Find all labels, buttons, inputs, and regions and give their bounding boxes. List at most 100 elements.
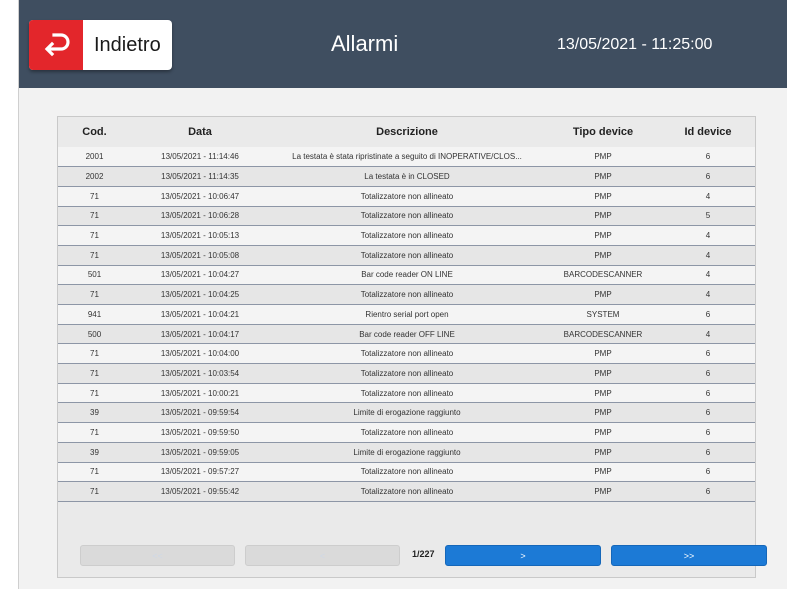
cell-cod: 39: [58, 442, 131, 463]
cell-descrizione: Totalizzatore non allineato: [269, 206, 545, 227]
cell-tipo-device: PMP: [545, 462, 661, 483]
table-row[interactable]: 71 13/05/2021 - 10:05:08 Totalizzatore non…: [58, 245, 755, 266]
cell-descrizione: La testata è in CLOSED: [269, 166, 545, 187]
table-row[interactable]: 71 13/05/2021 - 10:04:25 Totalizzatore non…: [58, 284, 755, 305]
cell-cod: 71: [58, 186, 131, 207]
cell-id-device: 4: [661, 265, 755, 286]
cell-id-device: 6: [661, 383, 755, 404]
cell-descrizione: Bar code reader OFF LINE: [269, 324, 545, 345]
cell-data: 13/05/2021 - 10:06:47: [131, 186, 269, 207]
cell-data: 13/05/2021 - 09:57:27: [131, 462, 269, 483]
cell-tipo-device: PMP: [545, 481, 661, 502]
cell-tipo-device: PMP: [545, 402, 661, 424]
prev-page-button[interactable]: <: [245, 545, 400, 566]
cell-tipo-device: PMP: [545, 422, 661, 443]
table-row[interactable]: 71 13/05/2021 - 10:00:21 Totalizzatore non…: [58, 383, 755, 404]
cell-data: 13/05/2021 - 10:04:25: [131, 284, 269, 305]
cell-data: 13/05/2021 - 09:59:54: [131, 402, 269, 424]
cell-tipo-device: PMP: [545, 442, 661, 463]
table-row[interactable]: 71 13/05/2021 - 10:06:28 Totalizzatore non…: [58, 206, 755, 227]
cell-data: 13/05/2021 - 11:14:46: [131, 147, 269, 168]
page-title: Allarmi: [331, 31, 399, 56]
table-row[interactable]: 500 13/05/2021 - 10:04:17 Bar code reader …: [58, 324, 755, 345]
cell-id-device: 6: [661, 147, 755, 168]
cell-cod: 39: [58, 402, 131, 424]
cell-tipo-device: PMP: [545, 343, 661, 365]
cell-descrizione: Limite di erogazione raggiunto: [269, 442, 545, 463]
table-row[interactable]: 71 13/05/2021 - 10:06:47 Totalizzatore non…: [58, 186, 755, 207]
table-row[interactable]: 2001 13/05/2021 - 11:14:46 La testata è st…: [58, 147, 755, 168]
column-header-descrizione[interactable]: Descrizione: [269, 117, 545, 147]
table-header-row: Cod. Data Descrizione Tipo device Id dev…: [58, 117, 755, 147]
cell-descrizione: Totalizzatore non allineato: [269, 225, 545, 246]
cell-tipo-device: PMP: [545, 166, 661, 187]
back-button-label: Indietro: [94, 34, 161, 56]
cell-cod: 71: [58, 363, 131, 384]
table-row[interactable]: 71 13/05/2021 - 09:59:50 Totalizzatore non…: [58, 422, 755, 443]
cell-id-device: 6: [661, 166, 755, 187]
cell-id-device: 6: [661, 343, 755, 365]
table-row[interactable]: 71 13/05/2021 - 09:55:42 Totalizzatore non…: [58, 481, 755, 502]
column-header-tipo-device[interactable]: Tipo device: [545, 117, 661, 147]
pagination: << < 1/227 > >>: [58, 545, 767, 567]
cell-descrizione: Totalizzatore non allineato: [269, 343, 545, 365]
cell-id-device: 6: [661, 422, 755, 443]
cell-data: 13/05/2021 - 10:04:21: [131, 304, 269, 325]
table-row[interactable]: 71 13/05/2021 - 09:57:27 Totalizzatore non…: [58, 462, 755, 483]
header-bar: Indietro Allarmi 13/05/2021 - 11:25:00: [19, 0, 787, 88]
cell-tipo-device: PMP: [545, 206, 661, 227]
alarms-table: Cod. Data Descrizione Tipo device Id dev…: [58, 117, 755, 502]
cell-id-device: 4: [661, 186, 755, 207]
cell-id-device: 4: [661, 245, 755, 266]
app-window: Indietro Allarmi 13/05/2021 - 11:25:00 C…: [18, 0, 787, 589]
cell-tipo-device: PMP: [545, 225, 661, 246]
cell-tipo-device: PMP: [545, 147, 661, 168]
cell-cod: 501: [58, 265, 131, 286]
table-row[interactable]: 941 13/05/2021 - 10:04:21 Rientro serial p…: [58, 304, 755, 325]
page-indicator: 1/227: [412, 549, 435, 559]
cell-tipo-device: BARCODESCANNER: [545, 265, 661, 286]
cell-cod: 71: [58, 284, 131, 305]
column-header-cod[interactable]: Cod.: [58, 117, 131, 147]
cell-cod: 941: [58, 304, 131, 325]
cell-data: 13/05/2021 - 10:04:17: [131, 324, 269, 345]
column-header-data[interactable]: Data: [131, 117, 269, 147]
cell-data: 13/05/2021 - 09:55:42: [131, 481, 269, 502]
cell-tipo-device: BARCODESCANNER: [545, 324, 661, 345]
cell-id-device: 6: [661, 304, 755, 325]
table-row[interactable]: 71 13/05/2021 - 10:04:00 Totalizzatore non…: [58, 343, 755, 365]
cell-id-device: 6: [661, 462, 755, 483]
cell-tipo-device: PMP: [545, 284, 661, 305]
last-page-button[interactable]: >>: [611, 545, 767, 566]
table-row[interactable]: 2002 13/05/2021 - 11:14:35 La testata è in…: [58, 166, 755, 187]
table-row[interactable]: 71 13/05/2021 - 10:03:54 Totalizzatore non…: [58, 363, 755, 384]
cell-descrizione: Totalizzatore non allineato: [269, 284, 545, 305]
next-page-button[interactable]: >: [445, 545, 601, 566]
table-row[interactable]: 39 13/05/2021 - 09:59:05 Limite di erogazi…: [58, 442, 755, 463]
cell-descrizione: Totalizzatore non allineato: [269, 383, 545, 404]
cell-id-device: 4: [661, 324, 755, 345]
cell-data: 13/05/2021 - 10:04:00: [131, 343, 269, 365]
first-page-button[interactable]: <<: [80, 545, 235, 566]
back-arrow-icon: [29, 20, 83, 70]
cell-data: 13/05/2021 - 10:06:28: [131, 206, 269, 227]
table-row[interactable]: 501 13/05/2021 - 10:04:27 Bar code reader …: [58, 265, 755, 286]
cell-cod: 71: [58, 462, 131, 483]
cell-data: 13/05/2021 - 10:00:21: [131, 383, 269, 404]
cell-id-device: 6: [661, 363, 755, 384]
cell-cod: 71: [58, 383, 131, 404]
cell-cod: 71: [58, 245, 131, 266]
cell-cod: 71: [58, 422, 131, 443]
alarms-table-panel: Cod. Data Descrizione Tipo device Id dev…: [57, 116, 767, 578]
cell-cod: 71: [58, 225, 131, 246]
back-button[interactable]: Indietro: [29, 20, 172, 70]
cell-cod: 71: [58, 206, 131, 227]
table-row[interactable]: 71 13/05/2021 - 10:05:13 Totalizzatore non…: [58, 225, 755, 246]
cell-descrizione: Limite di erogazione raggiunto: [269, 402, 545, 424]
table-row[interactable]: 39 13/05/2021 - 09:59:54 Limite di erogazi…: [58, 402, 755, 424]
cell-tipo-device: PMP: [545, 383, 661, 404]
cell-descrizione: Totalizzatore non allineato: [269, 462, 545, 483]
cell-descrizione: La testata è stata ripristinate a seguit…: [269, 147, 545, 168]
cell-tipo-device: PMP: [545, 245, 661, 266]
column-header-id-device[interactable]: Id device: [661, 117, 755, 147]
